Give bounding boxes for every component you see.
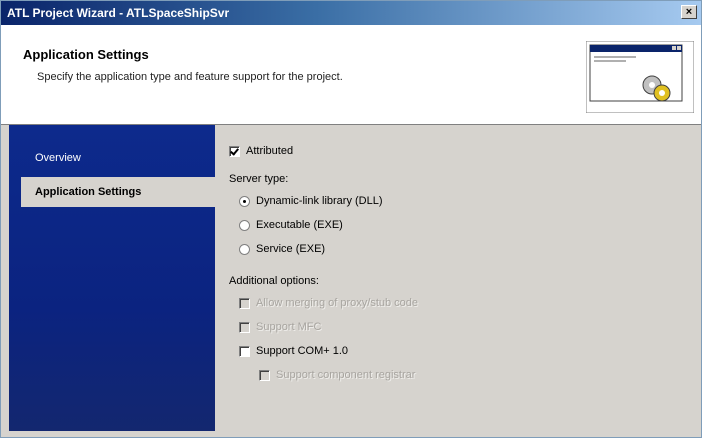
checkbox-label: Support component registrar xyxy=(276,369,416,381)
component-registrar-checkbox[interactable]: Support component registrar xyxy=(259,369,415,381)
wizard-sidebar: Overview Application Settings xyxy=(9,125,215,431)
checkbox-label: Support MFC xyxy=(256,321,322,333)
checkbox-box[interactable] xyxy=(239,297,250,309)
page-subtitle: Specify the application type and feature… xyxy=(37,71,343,83)
close-icon: × xyxy=(685,6,693,18)
wizard-window: ATL Project Wizard - ATLSpaceShipSvr × A… xyxy=(0,0,702,438)
attributed-label: Attributed xyxy=(246,145,294,157)
additional-options-label: Additional options: xyxy=(229,275,319,287)
checkbox-box[interactable] xyxy=(229,145,240,157)
checkbox-label: Support COM+ 1.0 xyxy=(256,345,349,357)
settings-panel: Attributed Server type: Dynamic-link lib… xyxy=(223,125,693,431)
checkbox-label: Allow merging of proxy/stub code xyxy=(256,297,419,309)
close-button[interactable]: × xyxy=(681,5,697,19)
title-bar[interactable]: ATL Project Wizard - ATLSpaceShipSvr × xyxy=(1,1,701,25)
sidebar-item-application-settings[interactable]: Application Settings xyxy=(21,177,215,207)
page-title: Application Settings xyxy=(23,47,149,62)
attributed-checkbox[interactable]: Attributed xyxy=(229,145,293,157)
checkbox-box[interactable] xyxy=(239,321,250,333)
wizard-header: Application Settings Specify the applica… xyxy=(1,25,701,125)
window-title: ATL Project Wizard - ATLSpaceShipSvr xyxy=(7,6,230,20)
allow-merging-checkbox[interactable]: Allow merging of proxy/stub code xyxy=(239,297,418,309)
checkbox-box[interactable] xyxy=(259,369,270,381)
sidebar-item-overview[interactable]: Overview xyxy=(21,143,215,173)
support-mfc-checkbox[interactable]: Support MFC xyxy=(239,321,321,333)
server-type-exe-radio[interactable]: Executable (EXE) xyxy=(239,219,343,231)
support-com-plus-checkbox[interactable]: Support COM+ 1.0 xyxy=(239,345,348,357)
checkbox-box[interactable] xyxy=(239,345,250,357)
server-type-dll-radio[interactable]: Dynamic-link library (DLL) xyxy=(239,195,383,207)
radio-label: Executable (EXE) xyxy=(256,219,343,231)
server-type-label: Server type: xyxy=(229,173,289,185)
sidebar-item-label: Overview xyxy=(35,152,81,164)
server-type-service-radio[interactable]: Service (EXE) xyxy=(239,243,325,255)
wizard-banner-icon xyxy=(586,41,694,113)
sidebar-item-label: Application Settings xyxy=(35,186,142,198)
radio-label: Service (EXE) xyxy=(256,243,326,255)
radio-label: Dynamic-link library (DLL) xyxy=(256,195,383,207)
radio-circle[interactable] xyxy=(239,195,250,207)
radio-circle[interactable] xyxy=(239,219,250,231)
radio-circle[interactable] xyxy=(239,243,250,255)
